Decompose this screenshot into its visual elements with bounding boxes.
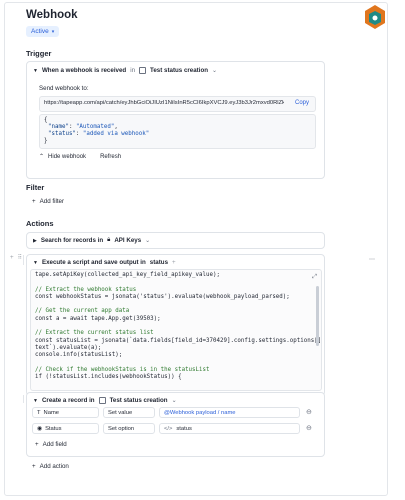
text-field-icon: T (37, 409, 41, 416)
drag-handle-icon[interactable]: ⠿ (18, 254, 23, 261)
code-line[interactable]: const a = await tape.App.get(39503); (35, 316, 321, 323)
trigger-table-select[interactable]: Test status creation (150, 67, 208, 74)
webhook-url: https://tapeapp.com/api/catch/eyJhbGciOi… (44, 100, 284, 106)
table-icon (98, 397, 106, 404)
create-action-label[interactable]: Create a record in (42, 397, 95, 404)
plus-icon: + (32, 463, 36, 470)
actions-heading: Actions (26, 219, 54, 228)
code-line[interactable]: // Get the current app data (35, 308, 321, 315)
hide-webhook-button[interactable]: Hide webhook (48, 154, 86, 160)
page: Webhook Active ▾ Trigger ▼ When a webhoo… (0, 0, 405, 500)
send-to-label: Send webhook to: (39, 85, 89, 92)
code-line[interactable] (35, 301, 321, 308)
more-options-icon[interactable]: ⋯ (369, 256, 375, 263)
editor-scrollbar[interactable] (316, 286, 319, 346)
field-select-status[interactable]: ◉ Status (32, 423, 99, 434)
json-val-name: "Automated" (75, 124, 115, 130)
field-select-name[interactable]: T Name (32, 407, 99, 418)
lock-icon: 🔒︎ (107, 237, 111, 243)
value-label: @Webhook payload / name (164, 409, 236, 416)
filter-heading: Filter (26, 183, 45, 192)
code-line[interactable]: tape.setApiKey(collected_api_key_field_a… (35, 272, 321, 279)
operation-label: Set value (108, 409, 133, 416)
code-line[interactable]: const statusList = jsonata(`data.fields[… (35, 338, 321, 345)
option-field-icon: ◉ (37, 425, 43, 432)
trigger-heading: Trigger (26, 49, 52, 58)
script-editor[interactable]: tape.setApiKey(collected_api_key_field_a… (30, 269, 322, 391)
json-key-name: "name" (48, 124, 69, 130)
code-line[interactable]: text`).evaluate(a); (35, 345, 321, 352)
page-title: Webhook (26, 9, 78, 21)
code-line[interactable]: // Check if the webhookStatus is in the … (35, 367, 321, 374)
status-badge[interactable]: Active ▾ (26, 26, 60, 37)
operation-select-status[interactable]: Set option (103, 423, 155, 434)
copy-button[interactable]: Copy (295, 100, 309, 106)
expand-chevron-icon[interactable]: ▶ (33, 238, 37, 244)
json-key-status: "status" (48, 131, 76, 137)
webhook-url-field[interactable]: https://tapeapp.com/api/catch/eyJhbGciOi… (39, 96, 316, 112)
add-variable-icon[interactable]: + (172, 259, 176, 266)
collapse-chevron-icon[interactable]: ▼ (33, 260, 38, 266)
webhook-payload-preview: { "name": "Automated", "status": "added … (39, 114, 316, 149)
chevron-down-icon: ▾ (51, 28, 55, 35)
in-label: in (130, 67, 136, 74)
json-line-2: "status": "added via webhook" (48, 131, 150, 137)
code-line[interactable]: if (!statusList.includes(webhookStatus))… (35, 374, 321, 381)
code-icon: </> (164, 425, 173, 432)
json-close: } (44, 138, 48, 144)
plus-icon: + (32, 198, 36, 205)
search-action-card: ▶ Search for records in 🔒︎ API Keys ⌄ (26, 232, 325, 249)
field-name-label: Name (43, 409, 60, 416)
value-input-status[interactable]: </> status (159, 423, 300, 434)
operation-label: Set option (108, 425, 135, 432)
script-code[interactable]: tape.setApiKey(collected_api_key_field_a… (35, 272, 321, 381)
chevron-down-icon: ⌄ (145, 238, 151, 244)
automation-panel: Webhook Active ▾ Trigger ▼ When a webhoo… (4, 2, 388, 496)
plus-icon: + (35, 441, 39, 448)
operation-select-name[interactable]: Set value (103, 407, 155, 418)
collapse-chevron-icon[interactable]: ▼ (33, 398, 38, 404)
output-variable[interactable]: status (150, 259, 168, 266)
create-table-select[interactable]: Test status creation (110, 397, 168, 404)
search-target-select[interactable]: API Keys (114, 237, 141, 244)
code-line[interactable] (35, 279, 321, 286)
add-filter-button[interactable]: Add filter (40, 198, 64, 205)
value-input-name[interactable]: @Webhook payload / name (159, 407, 300, 418)
trigger-event[interactable]: When a webhook is received (42, 67, 126, 74)
json-line-1: "name": "Automated", (48, 124, 118, 130)
connector-line (23, 255, 24, 265)
table-icon (139, 67, 147, 74)
add-step-icon[interactable]: + (10, 254, 14, 261)
connector-line (23, 395, 24, 403)
script-action-label[interactable]: Execute a script and save output in (42, 259, 146, 266)
chevron-down-icon: ⌄ (171, 398, 177, 404)
refresh-button[interactable]: Refresh (100, 154, 121, 160)
field-name-label: Status (45, 425, 62, 432)
expand-editor-icon[interactable]: ⤢ (312, 273, 317, 281)
remove-field-icon[interactable]: ⊖ (306, 408, 312, 416)
code-line[interactable] (35, 360, 321, 367)
add-action-button[interactable]: Add action (40, 463, 69, 470)
search-action-label[interactable]: Search for records in (41, 237, 103, 244)
status-badge-label: Active (31, 28, 49, 35)
code-line[interactable]: console.info(statusList); (35, 352, 321, 359)
code-line[interactable] (35, 323, 321, 330)
remove-field-icon[interactable]: ⊖ (306, 424, 312, 432)
chevron-up-icon: ⌃ (39, 154, 45, 160)
code-line[interactable]: const webhookStatus = jsonata('status').… (35, 294, 321, 301)
app-logo-icon (365, 5, 385, 29)
json-open: { (44, 117, 48, 123)
add-field-button[interactable]: Add field (43, 441, 67, 448)
collapse-chevron-icon[interactable]: ▼ (33, 68, 38, 74)
json-val-status: "added via webhook" (82, 131, 150, 137)
chevron-down-icon: ⌄ (212, 68, 218, 74)
value-label: status (176, 425, 192, 432)
code-line[interactable]: // Extract the current status list (35, 330, 321, 337)
code-line[interactable]: // Extract the webhook status (35, 287, 321, 294)
